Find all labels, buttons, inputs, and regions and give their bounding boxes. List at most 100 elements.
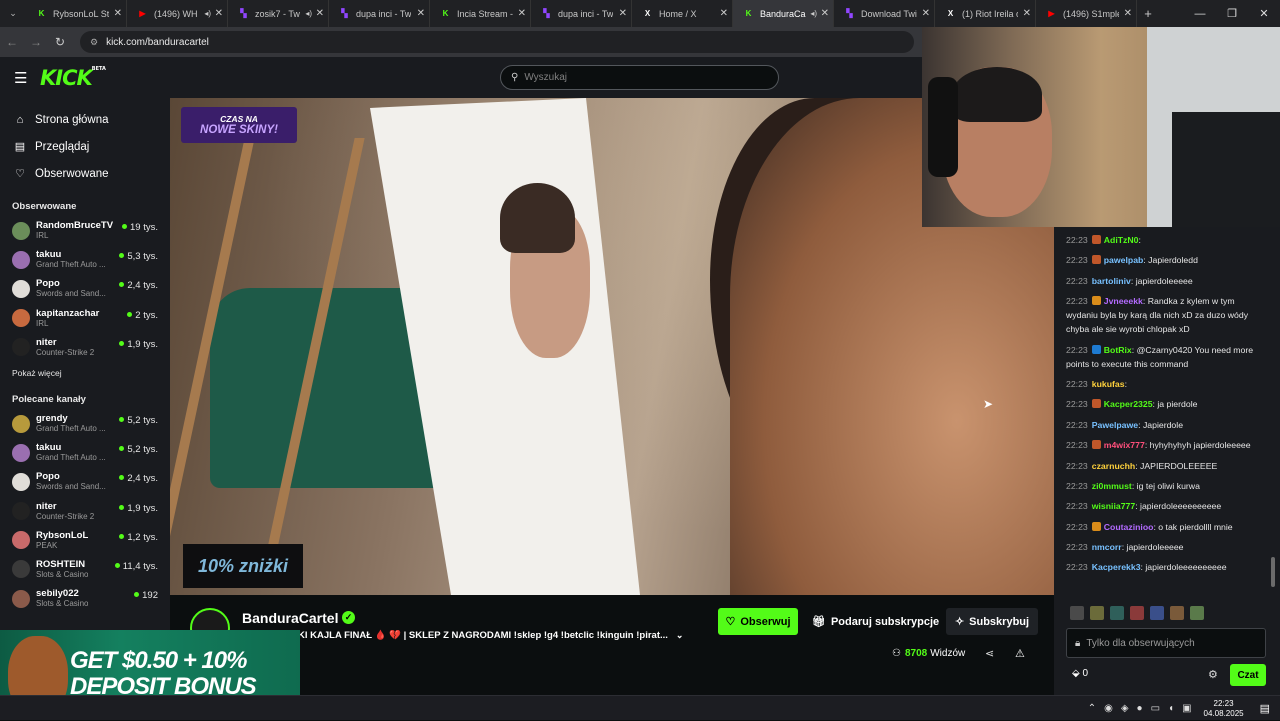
chat-username[interactable]: Coutazinioo: [1104, 522, 1154, 532]
chat-username[interactable]: nmcorr: [1092, 542, 1122, 552]
emote-icon[interactable]: [1130, 606, 1144, 620]
channel-item[interactable]: Popo Swords and Sand... 2,4 tys.: [0, 467, 170, 496]
browser-tab[interactable]: ▚ dupa inci - Tw ✕: [531, 0, 632, 27]
sidebar-nav-item[interactable]: ⌂ Strona główna: [0, 106, 170, 133]
chat-username[interactable]: pawelpab: [1104, 255, 1144, 265]
chat-username[interactable]: kukufas: [1092, 379, 1125, 389]
chat-scrollbar[interactable]: [1271, 557, 1275, 587]
chat-username[interactable]: Jvneeekk: [1104, 296, 1143, 306]
forward-button[interactable]: →: [24, 35, 48, 49]
browser-tab[interactable]: ▚ Download Twit ✕: [834, 0, 935, 27]
chat-text: o tak pierdollll mnie: [1158, 521, 1233, 532]
speaker-icon[interactable]: ◂): [305, 9, 312, 18]
channel-item[interactable]: niter Counter-Strike 2 1,9 tys.: [0, 333, 170, 362]
browser-tab[interactable]: K Incia Stream - ✕: [430, 0, 531, 27]
back-button[interactable]: ←: [0, 35, 24, 49]
speaker-icon[interactable]: ◂): [204, 9, 211, 18]
chat-username[interactable]: czarnuchh: [1092, 461, 1135, 471]
chat-username[interactable]: BotRix: [1104, 345, 1132, 355]
chat-username[interactable]: bartoliniv: [1092, 276, 1131, 286]
chevron-up-icon[interactable]: ⌃: [1088, 703, 1096, 714]
channel-item[interactable]: niter Counter-Strike 2 1,9 tys.: [0, 497, 170, 526]
reload-button[interactable]: ↻: [48, 35, 72, 49]
chat-username[interactable]: Kacperekk3: [1092, 562, 1141, 572]
close-tab-icon[interactable]: ✕: [316, 8, 324, 19]
channel-item[interactable]: ROSHTEIN Slots & Casino 11,4 tys.: [0, 555, 170, 584]
browser-tab[interactable]: ▶ (1496) WH ◂) ✕: [127, 0, 228, 27]
browser-tab[interactable]: ▚ dupa inci - Tw ✕: [329, 0, 430, 27]
sidebar-nav-item[interactable]: ♡ Obserwowane: [0, 160, 170, 187]
emote-icon[interactable]: [1090, 606, 1104, 620]
chat-settings-icon[interactable]: ⚙: [1208, 668, 1218, 681]
url-field[interactable]: ⚙ kick.com/banduracartel: [80, 31, 914, 53]
close-tab-icon[interactable]: ✕: [1023, 8, 1031, 19]
send-chat-button[interactable]: Czat: [1230, 664, 1266, 686]
emote-icon[interactable]: [1110, 606, 1124, 620]
close-tab-icon[interactable]: ✕: [720, 8, 728, 19]
heart-icon: ♡: [725, 616, 736, 628]
channel-item[interactable]: RandomBruceTV IRL 19 tys.: [0, 216, 170, 245]
channel-item[interactable]: grendy Grand Theft Auto ... 5,2 tys.: [0, 409, 170, 438]
subscribe-button[interactable]: ✧ Subskrybuj: [946, 608, 1038, 635]
microphone-icon[interactable]: ●: [1137, 703, 1143, 714]
wifi-icon[interactable]: ▭: [1151, 703, 1160, 714]
speaker-icon[interactable]: ◂): [810, 9, 817, 18]
emote-icon[interactable]: [1150, 606, 1164, 620]
close-tab-icon[interactable]: ✕: [619, 8, 627, 19]
close-tab-icon[interactable]: ✕: [417, 8, 425, 19]
channel-item[interactable]: takuu Grand Theft Auto ... 5,3 tys.: [0, 245, 170, 274]
network-icon[interactable]: ◉: [1104, 703, 1113, 714]
channel-item[interactable]: sebily022 Slots & Casino 192: [0, 584, 170, 613]
close-tab-icon[interactable]: ✕: [518, 8, 526, 19]
minimize-button[interactable]: —: [1184, 0, 1216, 27]
emote-icon[interactable]: [1170, 606, 1184, 620]
show-more-link[interactable]: Pokaż więcej: [0, 368, 170, 378]
chat-username[interactable]: Kacper2325: [1104, 399, 1153, 409]
chevron-down-icon[interactable]: ⌄: [676, 630, 684, 640]
share-icon[interactable]: ⋖: [985, 647, 994, 660]
close-tab-icon[interactable]: ✕: [114, 8, 122, 19]
channel-name[interactable]: BanduraCartel: [242, 610, 338, 626]
chat-username[interactable]: m4wix777: [1104, 440, 1145, 450]
emote-icon[interactable]: [1190, 606, 1204, 620]
gift-subs-button[interactable]: 🎁︎ Podaruj subskrypcje: [804, 608, 947, 635]
volume-icon[interactable]: ◖: [1168, 703, 1174, 714]
browser-tab[interactable]: K BanduraCa ◂) ✕: [733, 0, 834, 27]
follow-button[interactable]: ♡ Obserwuj: [718, 608, 798, 635]
close-window-button[interactable]: ✕: [1248, 0, 1280, 27]
channel-item[interactable]: kapitanzachar IRL 2 tys.: [0, 304, 170, 333]
restore-button[interactable]: ❐: [1216, 0, 1248, 27]
close-tab-icon[interactable]: ✕: [922, 8, 930, 19]
menu-icon[interactable]: ☰: [14, 69, 34, 87]
os-taskbar: ⌃ ◉ ◈ ● ▭ ◖ ▣ 22:23 04.08.2025 ▤: [0, 695, 1280, 720]
channel-points[interactable]: ⬙ 0: [1072, 668, 1088, 679]
browser-tab[interactable]: X (1) Riot Ireila o ✕: [935, 0, 1036, 27]
chat-username[interactable]: zi0mmust: [1092, 481, 1132, 491]
emote-icon[interactable]: [1070, 606, 1084, 620]
sidebar-nav-item[interactable]: ▤ Przeglądaj: [0, 133, 170, 160]
browser-tab[interactable]: ▶ (1496) S1mple ✕: [1036, 0, 1137, 27]
site-info-icon[interactable]: ⚙: [90, 37, 98, 48]
browser-tab[interactable]: ▚ zosik7 - Tw ◂) ✕: [228, 0, 329, 27]
chat-username[interactable]: AdiTzN0: [1104, 235, 1139, 245]
tab-search-dropdown[interactable]: ⌄: [0, 0, 26, 27]
notifications-icon[interactable]: ▤: [1260, 702, 1270, 715]
close-tab-icon[interactable]: ✕: [821, 8, 829, 19]
browser-tab[interactable]: X Home / X ✕: [632, 0, 733, 27]
close-tab-icon[interactable]: ✕: [1124, 8, 1132, 19]
channel-item[interactable]: takuu Grand Theft Auto ... 5,2 tys.: [0, 438, 170, 467]
report-icon[interactable]: ⚠: [1015, 647, 1025, 660]
chat-username[interactable]: Pawelpawe: [1092, 420, 1138, 430]
clock[interactable]: 22:23 04.08.2025: [1204, 699, 1244, 719]
channel-item[interactable]: RybsonLoL PEAK 1,2 tys.: [0, 526, 170, 555]
channel-item[interactable]: Popo Swords and Sand... 2,4 tys.: [0, 274, 170, 303]
chat-username[interactable]: wisniia777: [1092, 501, 1135, 511]
browser-tab[interactable]: K RybsonLoL Str ✕: [26, 0, 127, 27]
discord-icon[interactable]: ◈: [1121, 703, 1129, 714]
chat-input[interactable]: 🔒︎ Tylko dla obserwujących: [1066, 628, 1266, 658]
close-tab-icon[interactable]: ✕: [215, 8, 223, 19]
display-icon[interactable]: ▣: [1182, 703, 1191, 714]
new-tab-button[interactable]: +: [1137, 6, 1159, 21]
search-input[interactable]: ⚲ Wyszukaj: [500, 65, 779, 90]
kick-logo[interactable]: KICKBETA: [40, 66, 106, 90]
